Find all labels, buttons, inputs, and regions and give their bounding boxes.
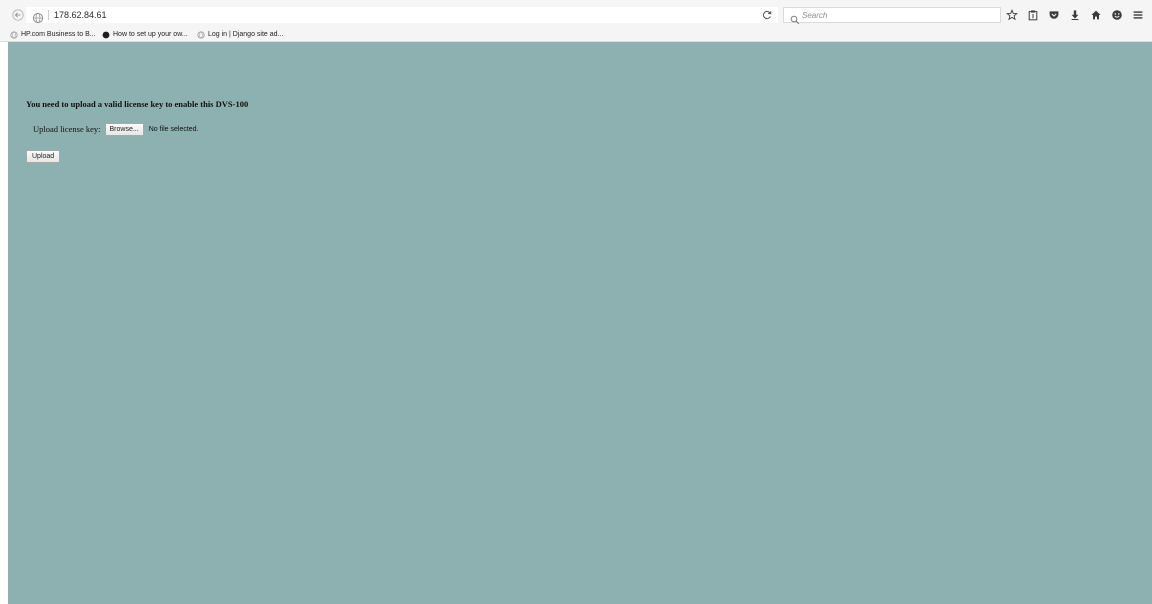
- globe-icon: [9, 31, 18, 40]
- bookmark-django-login[interactable]: Log in | Django site ad...: [196, 29, 283, 41]
- home-icon[interactable]: [1088, 7, 1104, 23]
- upload-license-label: Upload license key:: [33, 124, 101, 134]
- globe-icon: [32, 9, 44, 24]
- pocket-icon[interactable]: [1046, 7, 1062, 23]
- browse-button[interactable]: Browse...: [104, 122, 144, 136]
- license-upload-row: Upload license key: Browse... No file se…: [33, 122, 199, 136]
- bookmark-how-to-set-up[interactable]: How to set up your ow...: [101, 29, 188, 41]
- bookmark-label: Log in | Django site ad...: [208, 31, 284, 38]
- bookmark-label: How to set up your ow...: [113, 31, 188, 38]
- bookmark-label: HP.com Business to B...: [21, 31, 96, 38]
- reload-icon[interactable]: [760, 8, 774, 22]
- toolbar-icons: [999, 7, 1146, 23]
- hello-icon[interactable]: [1109, 7, 1125, 23]
- back-arrow-icon[interactable]: [12, 9, 24, 21]
- upload-button[interactable]: Upload: [26, 150, 61, 163]
- download-icon[interactable]: [1067, 7, 1083, 23]
- search-input[interactable]: [802, 8, 992, 22]
- address-bar[interactable]: 178.62.84.61: [26, 7, 778, 24]
- hamburger-menu-icon[interactable]: [1130, 7, 1146, 23]
- clipboard-icon[interactable]: [1025, 7, 1041, 23]
- star-icon[interactable]: [1004, 7, 1020, 23]
- globe-icon: [196, 31, 205, 40]
- bookmarks-toolbar: HP.com Business to B... How to set up yo…: [0, 29, 1152, 42]
- navigation-toolbar: 178.62.84.61: [0, 0, 1152, 29]
- page-content: You need to upload a valid license key t…: [8, 42, 1152, 604]
- address-divider: [48, 10, 49, 20]
- black-circle-icon: [101, 31, 110, 40]
- bookmark-hp-business[interactable]: HP.com Business to B...: [9, 29, 96, 41]
- search-box[interactable]: [783, 7, 1001, 25]
- file-status: No file selected.: [148, 125, 199, 133]
- url-text[interactable]: 178.62.84.61: [54, 8, 107, 22]
- browser-window: 178.62.84.61 Search HP.com Business to B…: [0, 0, 1152, 604]
- license-message: You need to upload a valid license key t…: [26, 99, 249, 109]
- magnifier-icon: [790, 10, 800, 25]
